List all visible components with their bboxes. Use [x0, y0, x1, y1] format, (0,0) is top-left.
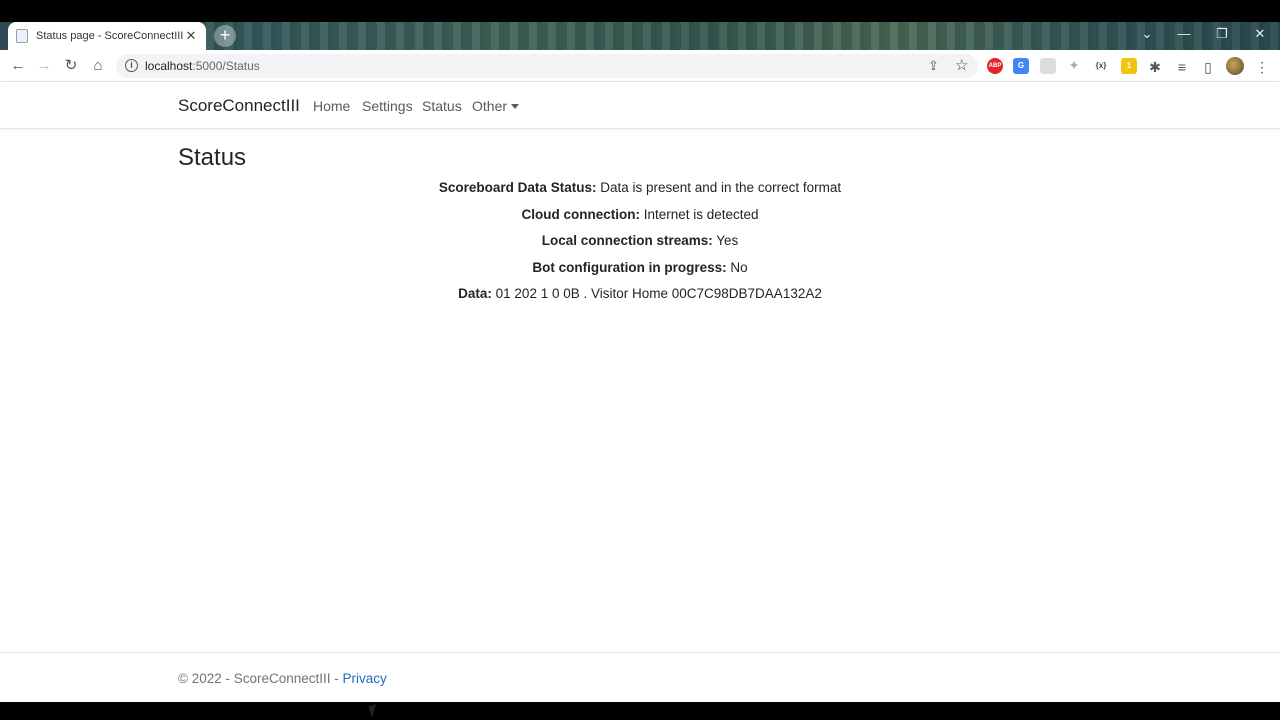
note-extension-icon[interactable]: 1 [1121, 58, 1137, 74]
status-item-data: Data: 01 202 1 0 0B . Visitor Home 00C7C… [0, 286, 1280, 313]
status-item-bot-config: Bot configuration in progress: No [0, 260, 1280, 287]
status-value: No [730, 259, 748, 275]
close-window-icon[interactable]: ✕ [1250, 26, 1270, 42]
status-value: 01 202 1 0 0B . Visitor Home 00C7C98DB7D… [495, 286, 822, 302]
page-footer: © 2022 - ScoreConnectIII - Privacy [178, 671, 387, 686]
status-value: Yes [716, 233, 739, 249]
forward-icon[interactable]: → [34, 56, 54, 76]
reading-list-icon[interactable]: ≡ [1172, 57, 1192, 77]
url-text[interactable]: localhost:5000/Status [145, 59, 260, 73]
status-label: Cloud connection: [521, 206, 640, 222]
tab-strip-background [200, 22, 1280, 50]
translate-extension-icon[interactable]: G [1013, 58, 1029, 74]
status-label: Scoreboard Data Status: [438, 180, 597, 195]
tab-title: Status page - ScoreConnectIII [36, 30, 184, 42]
status-list: Scoreboard Data Status: Data is present … [0, 180, 1280, 313]
browser-tab[interactable]: Status page - ScoreConnectIII ✕ [8, 22, 206, 50]
reload-icon[interactable]: ↻ [61, 56, 81, 76]
minimize-icon[interactable]: — [1174, 26, 1194, 41]
bookmark-star-icon[interactable]: ☆ [955, 56, 968, 74]
blank-extension-icon[interactable] [1040, 58, 1056, 74]
caret-down-icon [511, 104, 520, 109]
sparkle-extension-icon[interactable]: ✦ [1066, 58, 1082, 74]
restore-icon[interactable]: ❐ [1212, 26, 1232, 42]
extensions-puzzle-icon[interactable]: ✱ [1145, 57, 1165, 77]
share-icon[interactable]: ⇪ [928, 58, 939, 74]
footer-divider [0, 652, 1280, 653]
back-icon[interactable]: ← [8, 56, 28, 76]
tab-search-icon[interactable]: ⌄ [1137, 26, 1157, 42]
status-item-scoreboard: Scoreboard Data Status: Data is present … [0, 180, 1280, 207]
site-brand-link[interactable]: ScoreConnectIII [178, 96, 300, 116]
tab-strip: Status page - ScoreConnectIII ✕ + ⌄ — ❐ … [0, 22, 1280, 50]
tab-close-icon[interactable]: ✕ [184, 28, 198, 44]
browser-toolbar: ← → ↻ ⌂ i localhost:5000/Status ⇪ ☆ ABP … [0, 50, 1280, 82]
nav-link-settings[interactable]: Settings [362, 98, 413, 114]
adblock-extension-icon[interactable]: ABP [987, 58, 1003, 74]
status-item-local-streams: Local connection streams: Yes [0, 233, 1280, 260]
menu-kebab-icon[interactable]: ⋮ [1252, 57, 1272, 77]
url-host: localhost [145, 59, 193, 73]
profile-avatar[interactable] [1226, 57, 1244, 75]
status-value: Internet is detected [643, 206, 759, 222]
page-title: Status [178, 144, 247, 171]
nav-link-home[interactable]: Home [313, 98, 350, 114]
nav-dropdown-label: Other [472, 98, 508, 114]
status-item-cloud: Cloud connection: Internet is detected [0, 207, 1280, 234]
status-label: Bot configuration in progress: [532, 259, 727, 275]
page-favicon-icon [16, 29, 28, 43]
url-path: :5000/Status [192, 59, 260, 73]
home-icon[interactable]: ⌂ [88, 56, 108, 76]
status-label: Local connection streams: [541, 233, 713, 249]
site-info-icon[interactable]: i [125, 59, 138, 72]
nav-dropdown-other[interactable]: Other [472, 98, 520, 114]
site-navbar: ScoreConnectIII Home Settings Status Oth… [0, 82, 1280, 129]
privacy-link[interactable]: Privacy [343, 671, 387, 686]
braces-extension-icon[interactable]: {x} [1093, 58, 1109, 74]
new-tab-button[interactable]: + [214, 25, 236, 47]
status-label: Data: [458, 286, 492, 302]
side-panel-icon[interactable]: ▯ [1198, 57, 1218, 77]
nav-link-status[interactable]: Status [422, 98, 462, 114]
address-bar[interactable]: i localhost:5000/Status ⇪ ☆ [116, 54, 978, 78]
mouse-cursor-icon [368, 704, 380, 718]
browser-window: Status page - ScoreConnectIII ✕ + ⌄ — ❐ … [0, 0, 1280, 720]
footer-copyright: © 2022 - ScoreConnectIII - [178, 671, 343, 686]
status-value: Data is present and in the correct forma… [600, 180, 842, 195]
page-content: ScoreConnectIII Home Settings Status Oth… [0, 82, 1280, 718]
